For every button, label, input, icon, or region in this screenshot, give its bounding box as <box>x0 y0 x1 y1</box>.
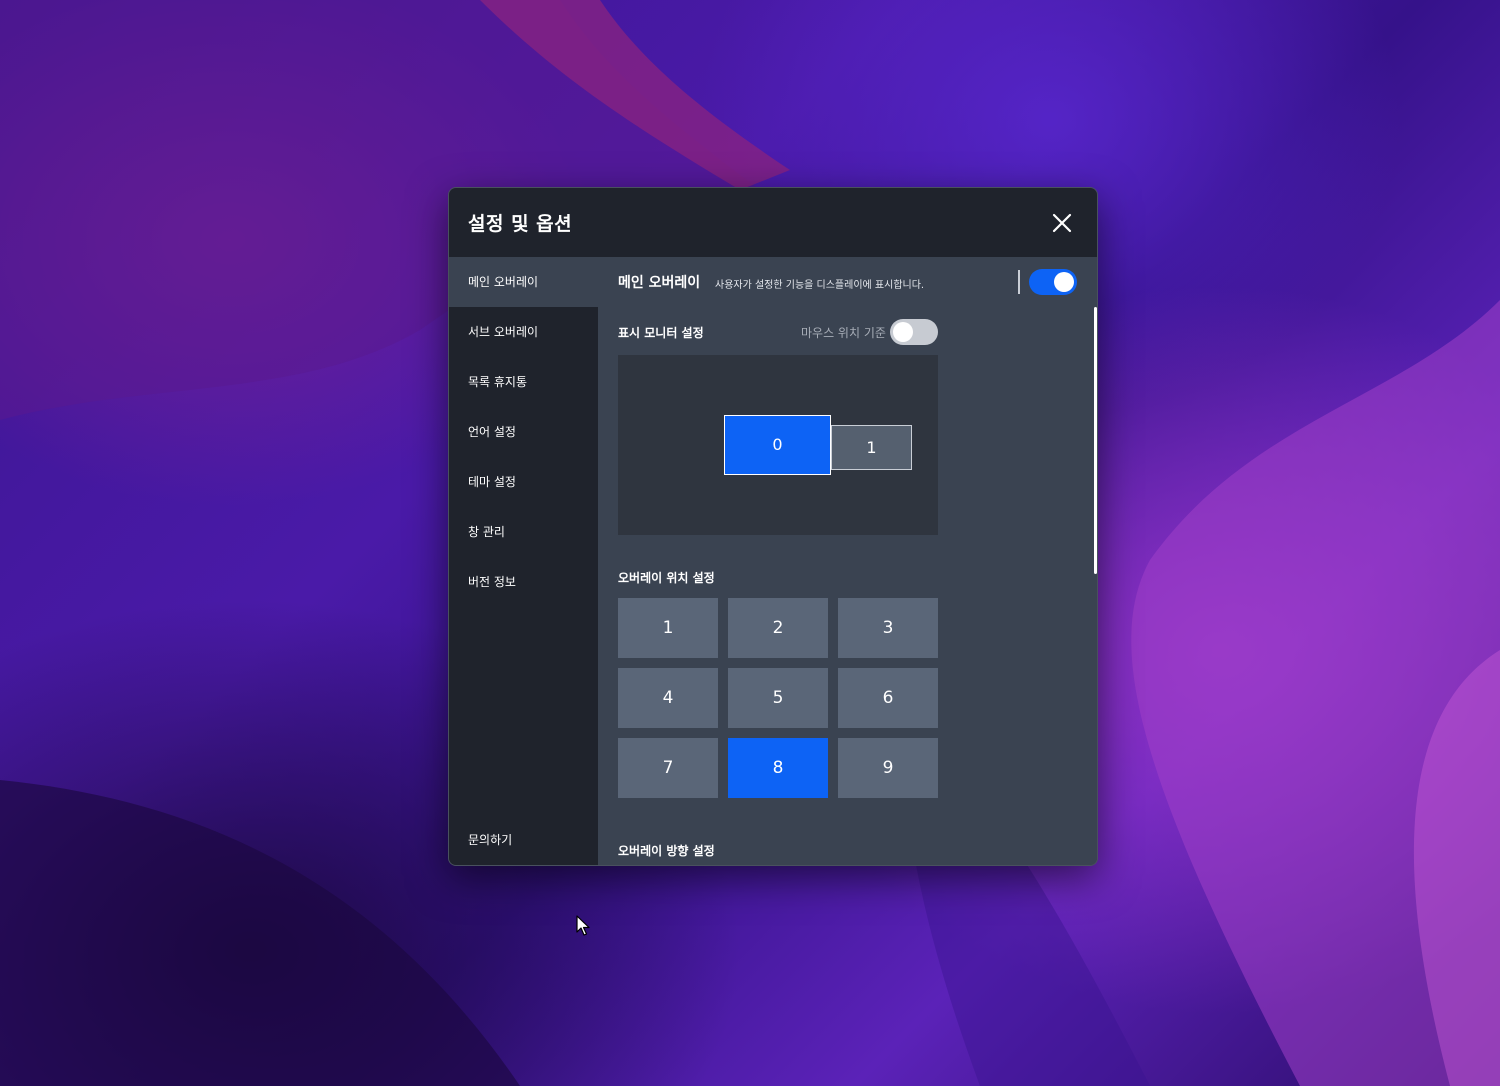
position-button-6[interactable]: 6 <box>838 668 938 728</box>
position-button-2[interactable]: 2 <box>728 598 828 658</box>
sidebar: 메인 오버레이 서브 오버레이 목록 휴지통 언어 설정 테마 설정 창 관리 … <box>449 257 598 865</box>
section-title: 메인 오버레이 <box>618 275 701 291</box>
sidebar-item-theme[interactable]: 테마 설정 <box>449 457 598 507</box>
position-button-4[interactable]: 4 <box>618 668 718 728</box>
toggle-knob <box>893 322 913 342</box>
section-description: 사용자가 설정한 기능을 디스플레이에 표시합니다. <box>715 280 925 291</box>
toggle-knob <box>1054 272 1074 292</box>
window-title: 설정 및 옵션 <box>468 213 573 235</box>
monitor-layout-preview: 0 1 <box>618 355 938 535</box>
mouse-position-toggle[interactable] <box>890 319 938 345</box>
position-button-9[interactable]: 9 <box>838 738 938 798</box>
monitor-1[interactable]: 1 <box>831 425 912 470</box>
position-button-5[interactable]: 5 <box>728 668 828 728</box>
title-bar: 설정 및 옵션 <box>449 188 1097 257</box>
settings-window: 설정 및 옵션 메인 오버레이 서브 오버레이 목록 휴지통 언어 설정 테마 … <box>448 187 1098 866</box>
sidebar-item-version-info[interactable]: 버전 정보 <box>449 557 598 607</box>
monitor-settings-label: 표시 모니터 설정 <box>618 326 704 340</box>
divider <box>1018 270 1020 294</box>
sidebar-item-sub-overlay[interactable]: 서브 오버레이 <box>449 307 598 357</box>
direction-settings-label: 오버레이 방향 설정 <box>618 844 715 858</box>
mouse-cursor-icon <box>576 915 590 941</box>
mouse-position-label: 마우스 위치 기준 <box>801 326 886 340</box>
close-icon <box>1052 213 1072 233</box>
sidebar-item-main-overlay[interactable]: 메인 오버레이 <box>449 257 598 307</box>
sidebar-item-list-trash[interactable]: 목록 휴지통 <box>449 357 598 407</box>
position-button-8[interactable]: 8 <box>728 738 828 798</box>
position-button-1[interactable]: 1 <box>618 598 718 658</box>
main-overlay-toggle[interactable] <box>1029 269 1077 295</box>
sidebar-item-window-management[interactable]: 창 관리 <box>449 507 598 557</box>
scrollbar[interactable] <box>1094 307 1097 574</box>
settings-content: 메인 오버레이 사용자가 설정한 기능을 디스플레이에 표시합니다. 표시 모니… <box>598 257 1097 865</box>
sidebar-item-language[interactable]: 언어 설정 <box>449 407 598 457</box>
position-button-7[interactable]: 7 <box>618 738 718 798</box>
sidebar-item-contact[interactable]: 문의하기 <box>449 815 598 865</box>
close-button[interactable] <box>1047 208 1077 238</box>
monitor-0[interactable]: 0 <box>724 415 831 475</box>
position-settings-label: 오버레이 위치 설정 <box>618 571 715 585</box>
position-button-3[interactable]: 3 <box>838 598 938 658</box>
